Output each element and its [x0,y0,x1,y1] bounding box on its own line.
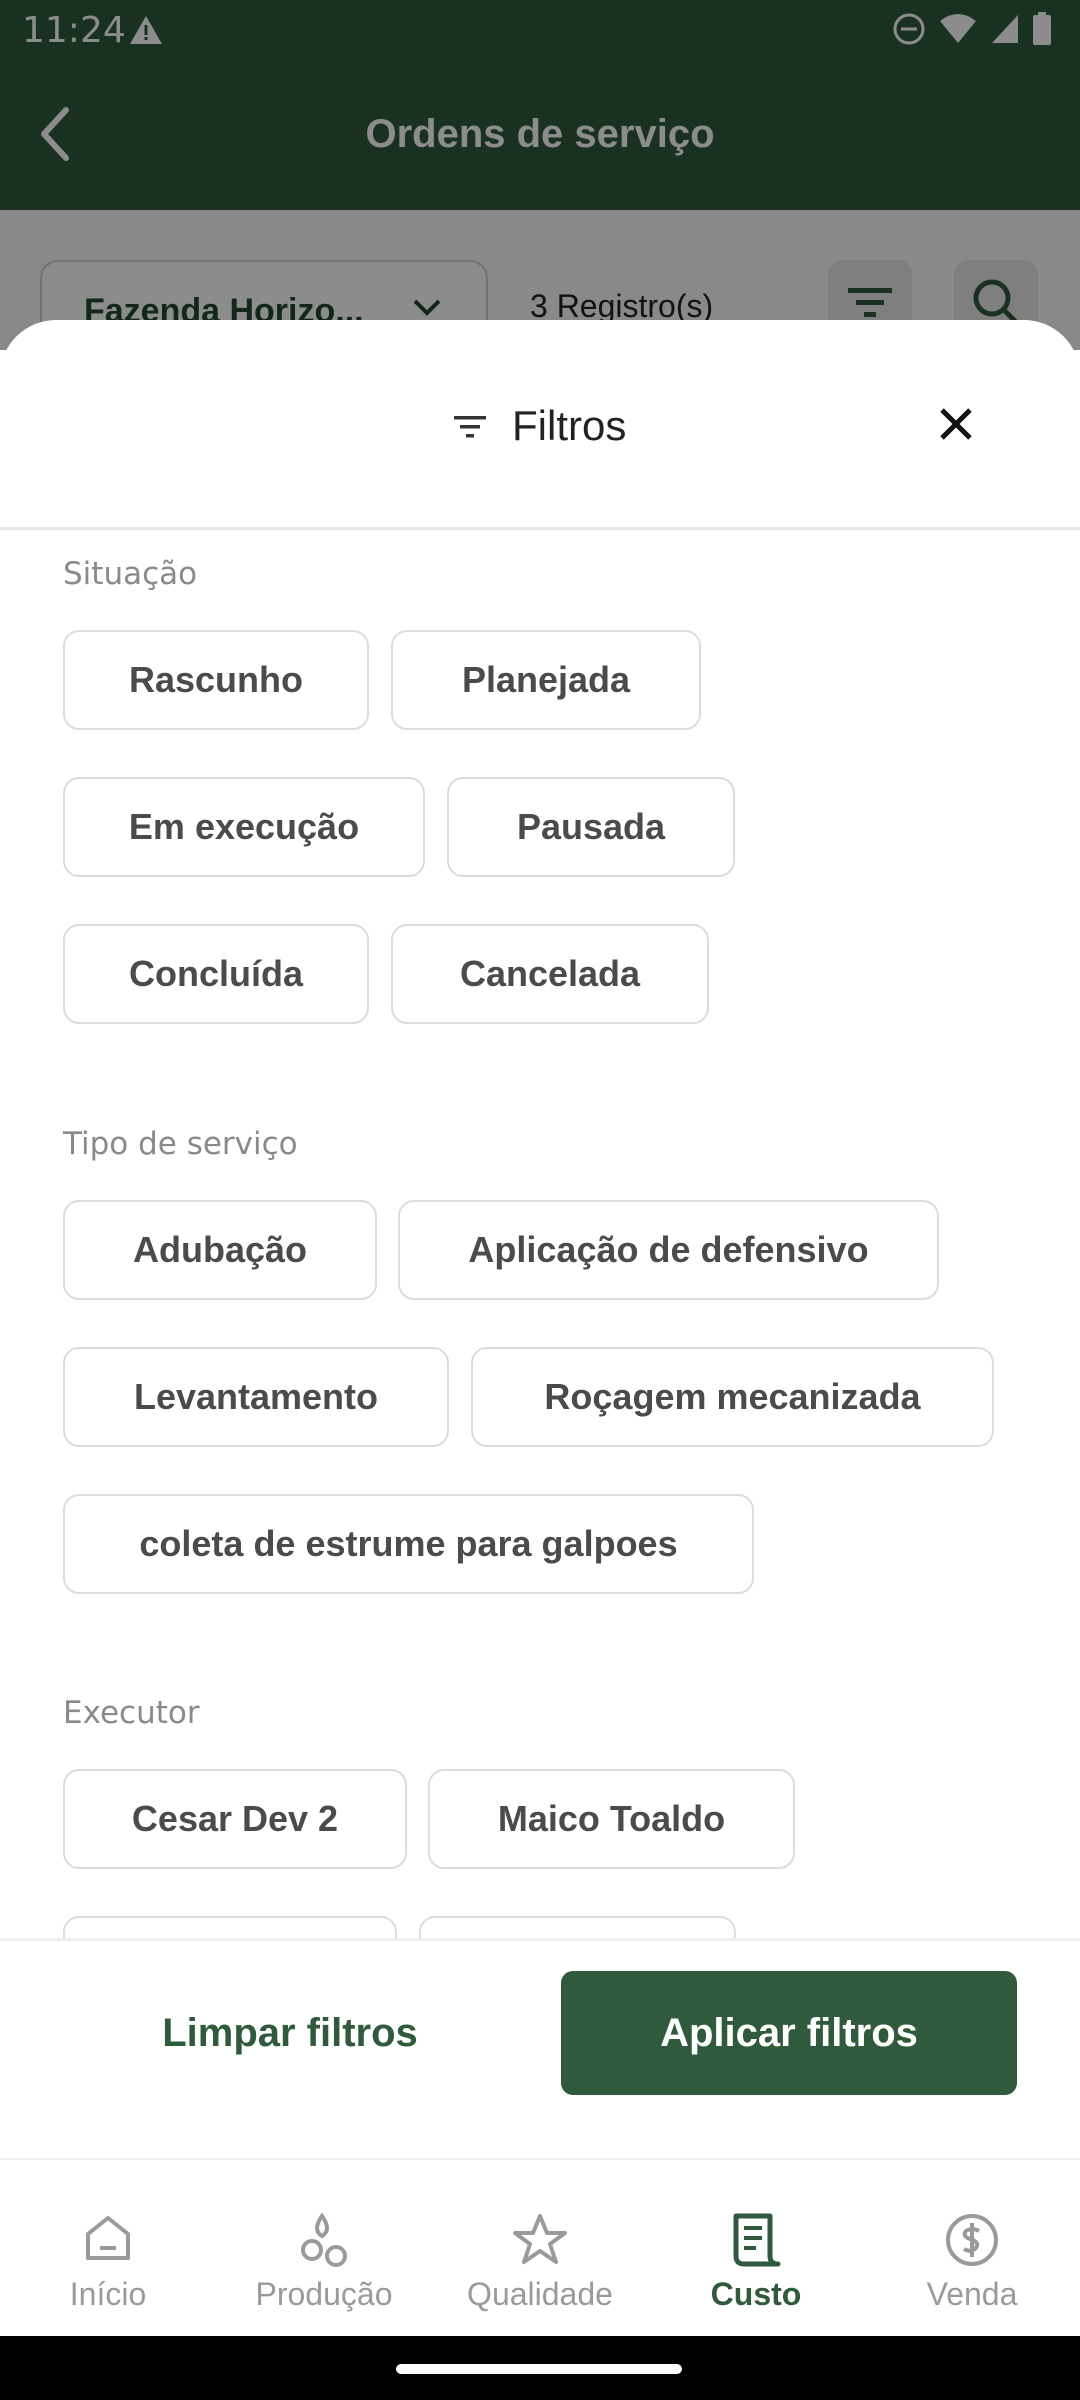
sheet-title: Filtros [512,402,627,449]
chip-maico-toaldo[interactable]: Maico Toaldo [428,1769,795,1869]
home-gesture-pill[interactable] [396,2364,682,2374]
nav-item-custo[interactable]: Custo [648,2160,864,2338]
apply-filters-button[interactable]: Aplicar filtros [561,1971,1017,2095]
chip-aplicacao-defensivo[interactable]: Aplicação de defensivo [398,1200,939,1300]
home-icon [82,2212,134,2269]
drops-icon [296,2212,352,2273]
nav-item-producao[interactable]: Produção [216,2160,432,2338]
chip-coleta-estrume[interactable]: coleta de estrume para galpoes [63,1494,754,1594]
chip-planejada[interactable]: Planejada [391,630,701,730]
clear-filters-button[interactable]: Limpar filtros [70,1971,510,2095]
chip-adubacao[interactable]: Adubação [63,1200,377,1300]
close-icon[interactable] [932,400,980,453]
nav-label: Custo [710,2276,802,2312]
dollar-icon [944,2212,1000,2273]
bottom-nav: Início Produção Qualidade Custo Venda [0,2158,1080,2336]
nav-label: Início [69,2276,147,2312]
chip-em-execucao[interactable]: Em execução [63,777,425,877]
chip-rocagem-mecanizada[interactable]: Roçagem mecanizada [471,1347,994,1447]
chip-levantamento[interactable]: Levantamento [63,1347,449,1447]
filters-sheet: Filtros Situação Rascunho Planejada Em e… [0,320,1080,2160]
chip-concluida[interactable]: Concluída [63,924,369,1024]
nav-label: Produção [255,2276,393,2312]
sheet-header: Filtros [0,320,1080,530]
chip-rascunho[interactable]: Rascunho [63,630,369,730]
section-title-executor: Executor [63,1695,200,1731]
nav-label: Qualidade [467,2276,613,2312]
chip-cesar-dev-2[interactable]: Cesar Dev 2 [63,1769,407,1869]
section-title-tipo-servico: Tipo de serviço [63,1126,298,1162]
nav-item-qualidade[interactable]: Qualidade [432,2160,648,2338]
modal-scrim[interactable] [0,0,1080,350]
gesture-bar [0,2336,1080,2400]
receipt-icon [728,2212,784,2273]
chip-pausada[interactable]: Pausada [447,777,735,877]
chip-cancelada[interactable]: Cancelada [391,924,709,1024]
nav-item-inicio[interactable]: Início [0,2160,216,2338]
nav-label: Venda [926,2276,1018,2312]
section-title-situacao: Situação [63,556,198,592]
nav-item-venda[interactable]: Venda [864,2160,1080,2338]
sheet-actions: Limpar filtros Aplicar filtros [0,1938,1080,2158]
filter-icon [452,412,488,447]
star-icon [512,2212,568,2273]
